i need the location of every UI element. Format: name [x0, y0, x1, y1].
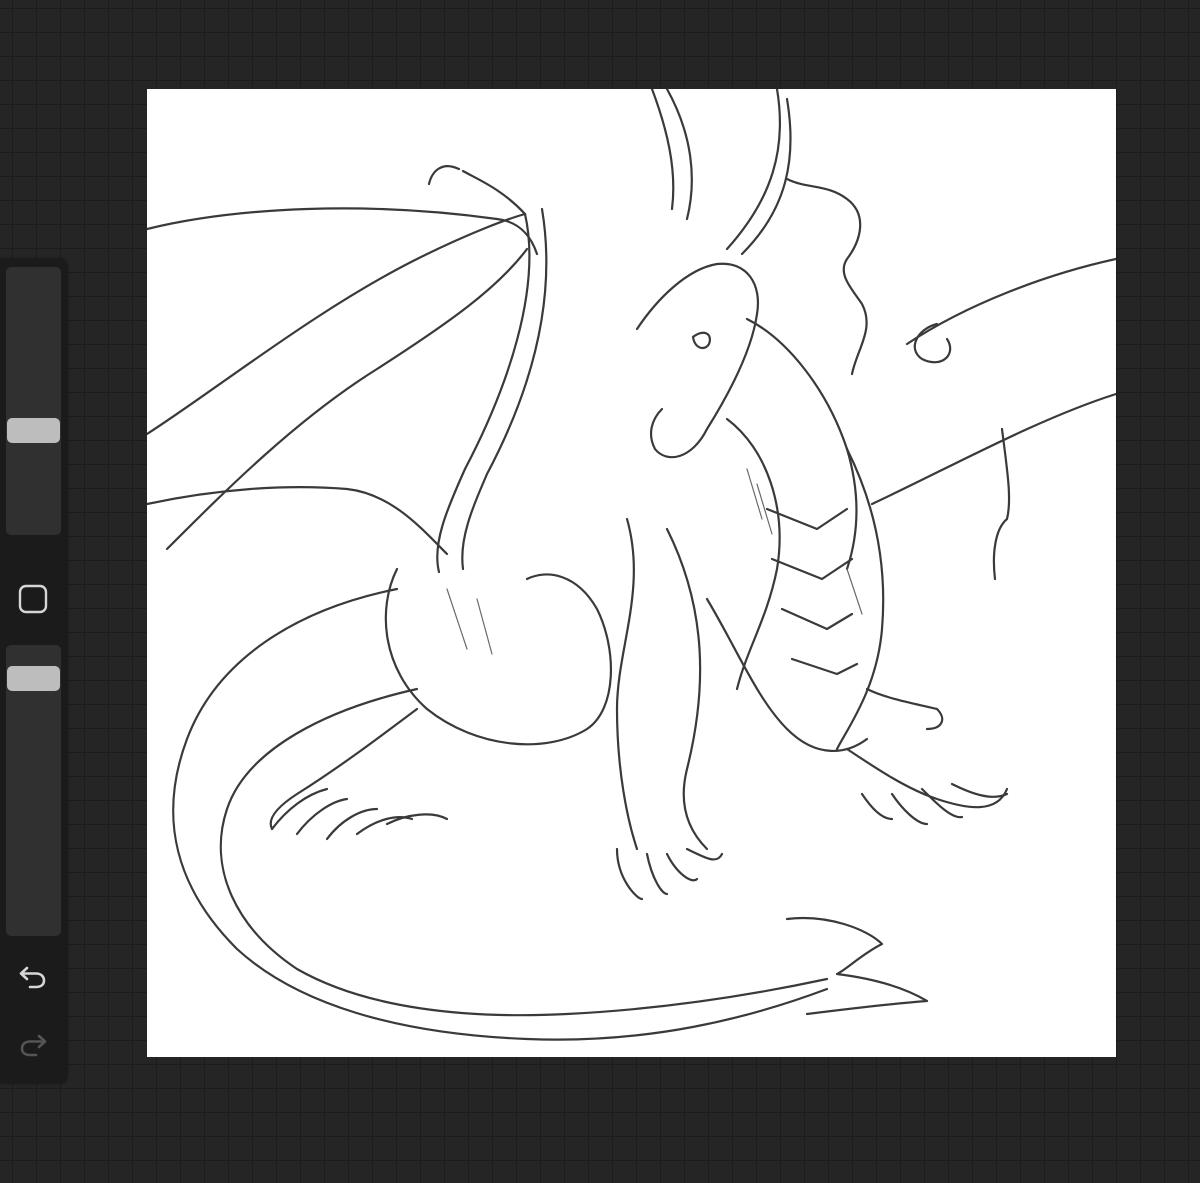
haunch: [384, 567, 612, 746]
rounded-square-icon: [18, 584, 48, 614]
brush-opacity-slider-thumb[interactable]: [7, 666, 60, 691]
left-wing-claw: [427, 165, 527, 216]
redo-button[interactable]: [12, 1025, 54, 1065]
right-wing-finger: [992, 427, 1011, 581]
left-wing-arm-inner: [461, 207, 548, 571]
undo-arrow-icon: [19, 966, 46, 989]
drawing-canvas[interactable]: [147, 89, 1116, 1057]
tail-inner: [219, 687, 829, 1017]
back-leg-left: [269, 707, 419, 831]
dragon-neck: [725, 317, 858, 691]
right-wing-hand: [913, 322, 952, 364]
left-wing-lower-edge: [147, 486, 449, 556]
undo-button[interactable]: [12, 957, 54, 997]
back-claws-right: [860, 782, 1009, 826]
brush-opacity-slider[interactable]: [6, 645, 61, 936]
dragon-eye: [691, 331, 711, 350]
left-wing-bone: [147, 212, 527, 436]
redo-arrow-icon: [20, 1034, 47, 1057]
front-leg-left: [615, 517, 639, 851]
modify-button[interactable]: [12, 579, 54, 619]
dragon-sketch: [147, 89, 1116, 1041]
brush-size-slider[interactable]: [6, 267, 61, 535]
shading-strokes: [446, 468, 863, 655]
right-wing-lower: [870, 392, 1116, 506]
back-leg-right: [845, 747, 1009, 809]
left-wing-arm: [436, 212, 531, 574]
horn-left: [650, 89, 693, 221]
tool-sidebar: [0, 259, 66, 1083]
tail-spade: [785, 917, 929, 1016]
left-wing-membrane: [165, 247, 529, 551]
tail-outer: [172, 587, 829, 1041]
back-claws-left: [270, 787, 449, 841]
dragon-crest: [785, 177, 868, 376]
right-foot-top: [865, 687, 944, 731]
dragon-head: [635, 262, 760, 459]
right-wing-top: [905, 257, 1116, 346]
horn-right: [725, 89, 792, 256]
brush-size-slider-thumb[interactable]: [7, 418, 60, 443]
front-leg-right: [665, 527, 709, 851]
front-claws: [615, 847, 724, 901]
